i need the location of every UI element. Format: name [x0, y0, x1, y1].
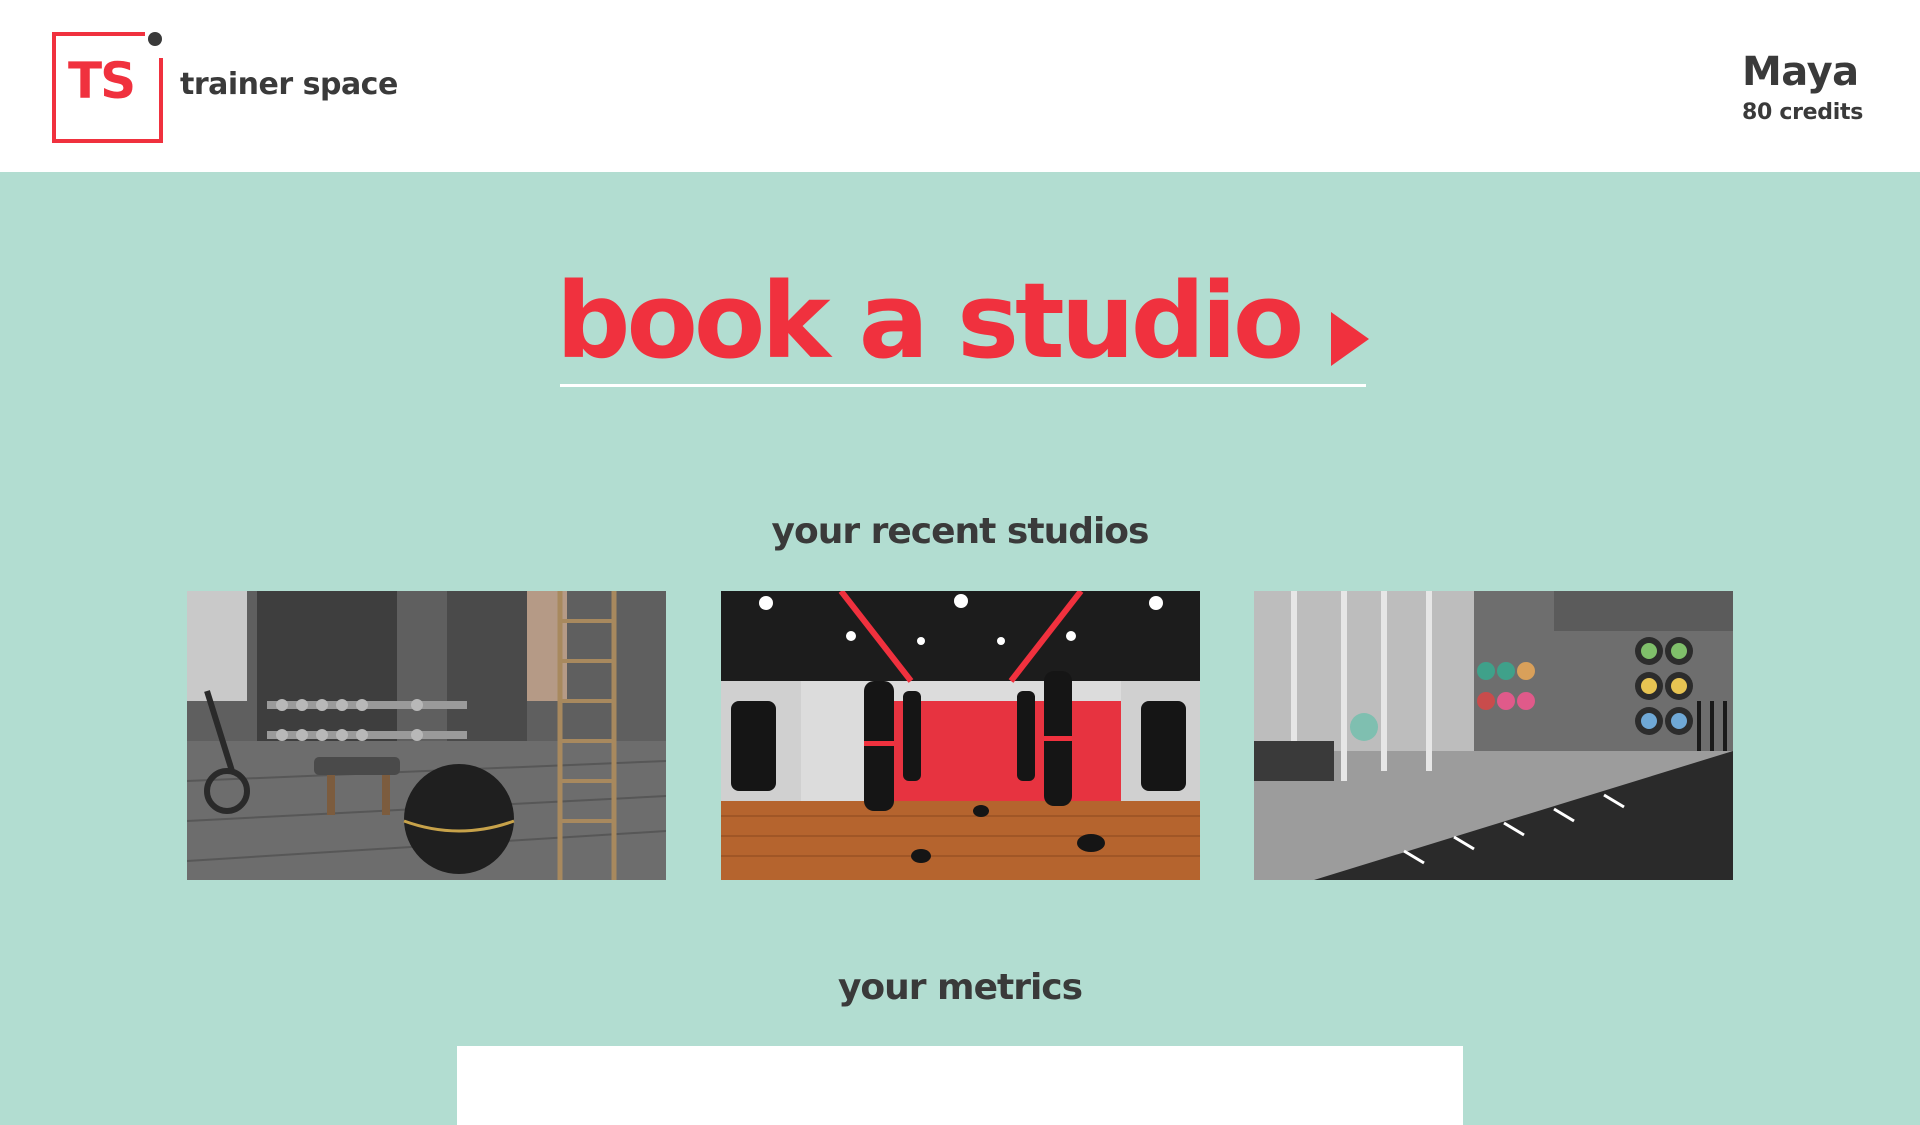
metrics-title: your metrics [837, 967, 1083, 1008]
metrics-panel [457, 1046, 1463, 1125]
user-name: Maya [1742, 49, 1859, 95]
logo-dot [148, 32, 162, 46]
recent-studios-title: your recent studios [771, 511, 1150, 552]
studio-photo-functional-training [1254, 591, 1733, 880]
logo-letters: TS [68, 52, 136, 110]
user-account[interactable]: Maya 80 credits [1742, 52, 1863, 124]
book-studio-label: book a studio [556, 260, 1304, 382]
brand-name: trainer space [180, 67, 398, 102]
recent-studio-card[interactable] [1254, 591, 1733, 880]
studio-photo-boxing-bags [721, 591, 1200, 880]
top-header: TS trainer space Maya 80 credits [0, 0, 1920, 172]
play-arrow-icon [1331, 312, 1369, 366]
studio-photo-gym-bench-ball [187, 591, 666, 880]
recent-studio-card[interactable] [721, 591, 1200, 880]
book-studio-underline [560, 384, 1366, 387]
user-credits: 80 credits [1742, 100, 1863, 125]
book-studio-button[interactable]: book a studio [556, 260, 1369, 390]
recent-studio-card[interactable] [187, 591, 666, 880]
